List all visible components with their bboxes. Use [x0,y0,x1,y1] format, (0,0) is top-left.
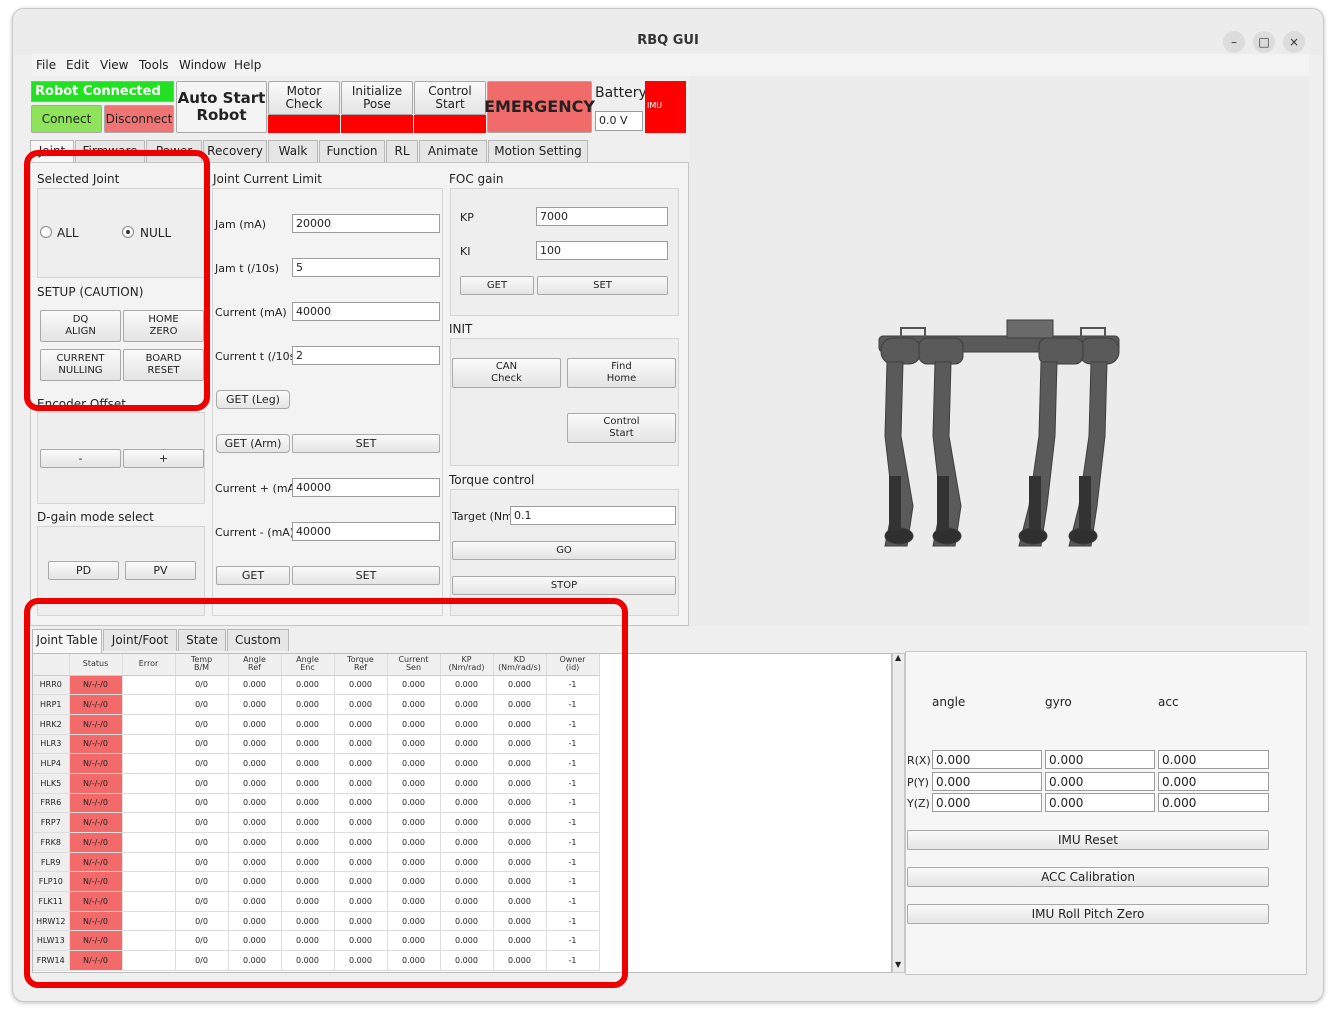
imu-py-angle: 0.000 [932,772,1042,791]
menu-tools[interactable]: Tools [139,58,169,72]
imu-row-label: P(Y) [907,776,929,789]
ki-label: KI [460,245,471,258]
torque-control-title: Torque control [449,473,535,487]
foc-get-button[interactable]: GET [460,276,534,295]
emergency-button[interactable]: EMERGENCY [484,81,595,133]
find-home-button[interactable]: Find Home [567,358,676,388]
imu-status: IMU [645,81,686,133]
battery-label: Battery [595,85,647,101]
current-minus-label: Current - (mA) [215,526,295,539]
current-label: Current (mA) [215,306,287,319]
pd-button[interactable]: PD [48,561,119,580]
kp-label: KP [460,211,474,224]
get-arm-button[interactable]: GET (Arm) [216,434,290,453]
target-input[interactable]: 0.1 [510,506,676,525]
annotation-box-setup [24,150,210,411]
current-input[interactable]: 40000 [292,302,440,321]
annotation-box-joint-table [24,598,628,988]
foc-set-button[interactable]: SET [537,276,668,295]
current-set-button[interactable]: SET [292,566,440,585]
battery-value: 0.0 V [595,111,643,131]
current-minus-input[interactable]: 40000 [292,522,440,541]
tab-animate[interactable]: Animate [419,140,487,162]
menu-file[interactable]: File [36,58,56,72]
scroll-up-arrow-icon[interactable]: ▲ [895,653,901,662]
connect-button[interactable]: Connect [31,105,102,133]
jam-ma-label: Jam (mA) [215,218,267,231]
imu-status-label: IMU [647,101,663,110]
foc-gain-title: FOC gain [449,172,504,186]
imu-yz-angle: 0.000 [932,793,1042,812]
auto-start-robot-button[interactable]: Auto Start Robot [176,81,267,133]
motor-check-status [268,115,340,133]
motor-check-button[interactable]: Motor Check [268,81,340,115]
acc-calibration-button[interactable]: ACC Calibration [907,867,1269,887]
disconnect-button[interactable]: Disconnect [104,105,174,133]
current-t-input[interactable]: 2 [292,346,440,365]
tab-walk[interactable]: Walk [268,140,318,162]
menu-bar: File Edit View Tools Window Help [32,54,1309,76]
imu-py-acc: 0.000 [1158,772,1269,791]
jam-ma-input[interactable]: 20000 [292,214,440,233]
table-vertical-scrollbar[interactable]: ▲ ▼ [892,653,905,973]
jam-t-input[interactable]: 5 [292,258,440,277]
connection-status: Robot Connected [31,81,174,102]
tab-motion-setting[interactable]: Motion Setting [488,140,588,162]
control-start-button[interactable]: Control Start [414,81,486,115]
encoder-minus-button[interactable]: - [40,449,121,468]
scroll-down-arrow-icon[interactable]: ▼ [895,960,901,969]
current-limit-title: Joint Current Limit [213,172,322,186]
current-t-label: Current t (/10s) [215,350,300,363]
close-button[interactable]: × [1283,31,1305,53]
minimize-button[interactable]: – [1223,31,1245,53]
current-limit-set-button[interactable]: SET [292,434,440,453]
pv-button[interactable]: PV [125,561,196,580]
tab-function[interactable]: Function [319,140,385,162]
menu-window[interactable]: Window [179,58,226,72]
jam-t-label: Jam t (/10s) [215,262,280,275]
imu-angle-header: angle [932,695,966,709]
current-plus-label: Current + (mA) [215,482,300,495]
quadruped-robot-model [878,319,1120,547]
imu-row-label: R(X) [907,754,931,767]
imu-rx-angle: 0.000 [932,750,1042,769]
current-plus-input[interactable]: 40000 [292,478,440,497]
initialize-pose-status [341,115,413,133]
can-check-button[interactable]: CAN Check [452,358,561,388]
imu-gyro-header: gyro [1045,695,1072,709]
imu-py-gyro: 0.000 [1045,772,1155,791]
init-control-start-button[interactable]: Control Start [567,413,676,443]
menu-help[interactable]: Help [234,58,261,72]
go-button[interactable]: GO [452,541,676,560]
tab-recovery[interactable]: Recovery [203,140,267,162]
imu-panel [905,651,1307,975]
menu-view[interactable]: View [100,58,128,72]
dgain-title: D-gain mode select [37,510,154,524]
tab-rl[interactable]: RL [386,140,418,162]
imu-reset-button[interactable]: IMU Reset [907,830,1269,850]
window-title: RBQ GUI [637,33,699,48]
initialize-pose-button[interactable]: Initialize Pose [341,81,413,115]
ki-input[interactable]: 100 [536,241,668,260]
kp-input[interactable]: 7000 [536,207,668,226]
get-leg-button[interactable]: GET (Leg) [216,390,290,409]
imu-rx-gyro: 0.000 [1045,750,1155,769]
init-title: INIT [449,322,473,336]
imu-row-label: Y(Z) [907,797,930,810]
target-label: Target (Nm) [452,510,518,523]
current-get-button[interactable]: GET [216,566,290,585]
stop-button[interactable]: STOP [452,576,676,595]
imu-roll-pitch-zero-button[interactable]: IMU Roll Pitch Zero [907,904,1269,924]
maximize-button[interactable]: □ [1253,31,1275,53]
control-start-status [414,115,486,133]
title-bar: RBQ GUI – □ × [13,9,1323,55]
imu-yz-gyro: 0.000 [1045,793,1155,812]
encoder-plus-button[interactable]: + [123,449,204,468]
imu-rx-acc: 0.000 [1158,750,1269,769]
robot-3d-view[interactable] [689,76,1309,626]
menu-edit[interactable]: Edit [66,58,89,72]
imu-acc-header: acc [1158,695,1179,709]
imu-yz-acc: 0.000 [1158,793,1269,812]
